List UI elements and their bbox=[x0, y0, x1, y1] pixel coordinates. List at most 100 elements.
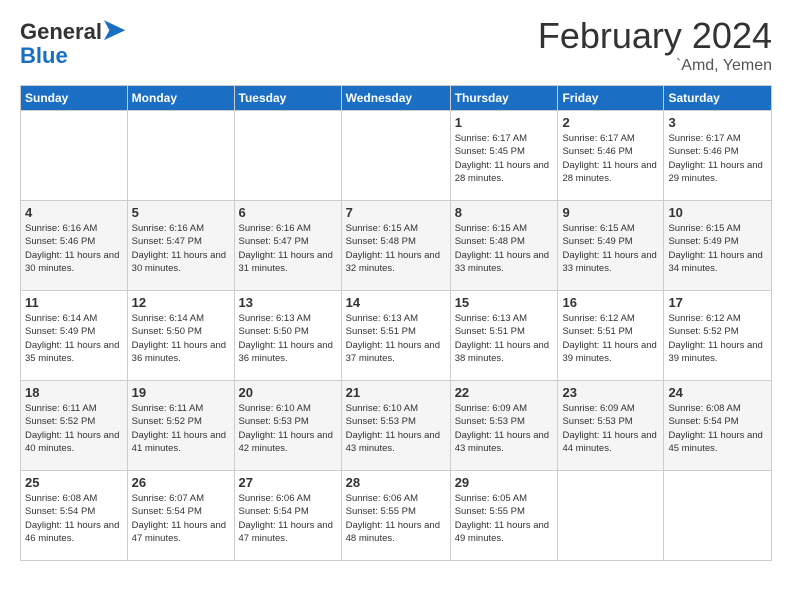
weekday-header: Tuesday bbox=[234, 86, 341, 111]
calendar-cell: 20Sunrise: 6:10 AM Sunset: 5:53 PM Dayli… bbox=[234, 381, 341, 471]
day-number: 25 bbox=[25, 475, 123, 490]
title-block: February 2024 `Amd, Yemen bbox=[538, 15, 772, 75]
calendar-cell: 7 Sunrise: 6:15 AM Sunset: 5:48 PM Daylig… bbox=[341, 201, 450, 291]
day-number: 15 bbox=[455, 295, 554, 310]
day-number: 10 bbox=[668, 205, 767, 220]
day-info: Sunrise: 6:17 AM Sunset: 5:46 PM Dayligh… bbox=[668, 132, 767, 185]
day-number: 19 bbox=[132, 385, 230, 400]
day-info: Sunrise: 6:08 AM Sunset: 5:54 PM Dayligh… bbox=[668, 402, 767, 455]
header: General➤ Blue February 2024 `Amd, Yemen bbox=[20, 15, 772, 75]
calendar-week-row: 18 Sunrise: 6:11 AM Sunset: 5:52 PM Dayli… bbox=[21, 381, 772, 471]
logo-block: General➤ Blue bbox=[20, 15, 125, 68]
calendar-cell: 6 Sunrise: 6:16 AM Sunset: 5:47 PM Daylig… bbox=[234, 201, 341, 291]
day-info: Sunrise: 6:13 AM Sunset: 5:51 PM Dayligh… bbox=[346, 312, 446, 365]
calendar-cell: 3Sunrise: 6:17 AM Sunset: 5:46 PM Daylig… bbox=[664, 111, 772, 201]
day-number: 2 bbox=[562, 115, 659, 130]
day-info: Sunrise: 6:13 AM Sunset: 5:50 PM Dayligh… bbox=[239, 312, 337, 365]
day-number: 12 bbox=[132, 295, 230, 310]
day-info: Sunrise: 6:05 AM Sunset: 5:55 PM Dayligh… bbox=[455, 492, 554, 545]
day-number: 18 bbox=[25, 385, 123, 400]
day-number: 4 bbox=[25, 205, 123, 220]
day-info: Sunrise: 6:17 AM Sunset: 5:45 PM Dayligh… bbox=[455, 132, 554, 185]
day-number: 22 bbox=[455, 385, 554, 400]
day-number: 1 bbox=[455, 115, 554, 130]
day-number: 14 bbox=[346, 295, 446, 310]
calendar-cell: 21Sunrise: 6:10 AM Sunset: 5:53 PM Dayli… bbox=[341, 381, 450, 471]
calendar-cell bbox=[234, 111, 341, 201]
day-number: 8 bbox=[455, 205, 554, 220]
calendar-cell: 28 Sunrise: 6:06 AM Sunset: 5:55 PM Dayli… bbox=[341, 471, 450, 561]
calendar-cell: 17 Sunrise: 6:12 AM Sunset: 5:52 PM Dayli… bbox=[664, 291, 772, 381]
day-info: Sunrise: 6:16 AM Sunset: 5:47 PM Dayligh… bbox=[239, 222, 337, 275]
calendar-cell bbox=[558, 471, 664, 561]
day-info: Sunrise: 6:08 AM Sunset: 5:54 PM Dayligh… bbox=[25, 492, 123, 545]
day-info: Sunrise: 6:11 AM Sunset: 5:52 PM Dayligh… bbox=[132, 402, 230, 455]
day-number: 23 bbox=[562, 385, 659, 400]
day-info: Sunrise: 6:14 AM Sunset: 5:49 PM Dayligh… bbox=[25, 312, 123, 365]
day-info: Sunrise: 6:15 AM Sunset: 5:49 PM Dayligh… bbox=[562, 222, 659, 275]
day-info: Sunrise: 6:14 AM Sunset: 5:50 PM Dayligh… bbox=[132, 312, 230, 365]
calendar-cell bbox=[21, 111, 128, 201]
weekday-header: Sunday bbox=[21, 86, 128, 111]
logo: General➤ Blue bbox=[20, 15, 125, 68]
calendar-cell: 23Sunrise: 6:09 AM Sunset: 5:53 PM Dayli… bbox=[558, 381, 664, 471]
day-number: 11 bbox=[25, 295, 123, 310]
day-number: 9 bbox=[562, 205, 659, 220]
calendar-cell: 18 Sunrise: 6:11 AM Sunset: 5:52 PM Dayli… bbox=[21, 381, 128, 471]
day-number: 24 bbox=[668, 385, 767, 400]
day-info: Sunrise: 6:12 AM Sunset: 5:51 PM Dayligh… bbox=[562, 312, 659, 365]
logo-blue: Blue bbox=[20, 44, 125, 68]
logo-general: General bbox=[20, 19, 102, 44]
calendar-cell: 29 Sunrise: 6:05 AM Sunset: 5:55 PM Dayli… bbox=[450, 471, 558, 561]
calendar-cell: 25 Sunrise: 6:08 AM Sunset: 5:54 PM Dayli… bbox=[21, 471, 128, 561]
calendar-cell: 1 Sunrise: 6:17 AM Sunset: 5:45 PM Daylig… bbox=[450, 111, 558, 201]
weekday-header: Friday bbox=[558, 86, 664, 111]
calendar-cell: 4 Sunrise: 6:16 AM Sunset: 5:46 PM Daylig… bbox=[21, 201, 128, 291]
day-info: Sunrise: 6:10 AM Sunset: 5:53 PM Dayligh… bbox=[346, 402, 446, 455]
day-info: Sunrise: 6:06 AM Sunset: 5:55 PM Dayligh… bbox=[346, 492, 446, 545]
day-info: Sunrise: 6:16 AM Sunset: 5:46 PM Dayligh… bbox=[25, 222, 123, 275]
day-number: 17 bbox=[668, 295, 767, 310]
day-number: 7 bbox=[346, 205, 446, 220]
weekday-header: Wednesday bbox=[341, 86, 450, 111]
calendar-cell bbox=[664, 471, 772, 561]
calendar-cell: 22 Sunrise: 6:09 AM Sunset: 5:53 PM Dayli… bbox=[450, 381, 558, 471]
day-info: Sunrise: 6:11 AM Sunset: 5:52 PM Dayligh… bbox=[25, 402, 123, 455]
day-number: 28 bbox=[346, 475, 446, 490]
calendar-cell: 2 Sunrise: 6:17 AM Sunset: 5:46 PM Daylig… bbox=[558, 111, 664, 201]
day-number: 5 bbox=[132, 205, 230, 220]
day-info: Sunrise: 6:15 AM Sunset: 5:49 PM Dayligh… bbox=[668, 222, 767, 275]
calendar-cell: 5Sunrise: 6:16 AM Sunset: 5:47 PM Daylig… bbox=[127, 201, 234, 291]
calendar-cell: 16 Sunrise: 6:12 AM Sunset: 5:51 PM Dayli… bbox=[558, 291, 664, 381]
calendar-cell: 12 Sunrise: 6:14 AM Sunset: 5:50 PM Dayli… bbox=[127, 291, 234, 381]
day-info: Sunrise: 6:13 AM Sunset: 5:51 PM Dayligh… bbox=[455, 312, 554, 365]
day-info: Sunrise: 6:10 AM Sunset: 5:53 PM Dayligh… bbox=[239, 402, 337, 455]
weekday-header-row: SundayMondayTuesdayWednesdayThursdayFrid… bbox=[21, 86, 772, 111]
day-info: Sunrise: 6:15 AM Sunset: 5:48 PM Dayligh… bbox=[346, 222, 446, 275]
calendar-cell: 15 Sunrise: 6:13 AM Sunset: 5:51 PM Dayli… bbox=[450, 291, 558, 381]
day-info: Sunrise: 6:15 AM Sunset: 5:48 PM Dayligh… bbox=[455, 222, 554, 275]
calendar-cell: 24 Sunrise: 6:08 AM Sunset: 5:54 PM Dayli… bbox=[664, 381, 772, 471]
calendar-cell: 26Sunrise: 6:07 AM Sunset: 5:54 PM Dayli… bbox=[127, 471, 234, 561]
calendar-week-row: 1 Sunrise: 6:17 AM Sunset: 5:45 PM Daylig… bbox=[21, 111, 772, 201]
calendar-week-row: 4 Sunrise: 6:16 AM Sunset: 5:46 PM Daylig… bbox=[21, 201, 772, 291]
day-info: Sunrise: 6:12 AM Sunset: 5:52 PM Dayligh… bbox=[668, 312, 767, 365]
day-info: Sunrise: 6:09 AM Sunset: 5:53 PM Dayligh… bbox=[455, 402, 554, 455]
calendar-table: SundayMondayTuesdayWednesdayThursdayFrid… bbox=[20, 85, 772, 561]
weekday-header: Monday bbox=[127, 86, 234, 111]
calendar-cell: 27Sunrise: 6:06 AM Sunset: 5:54 PM Dayli… bbox=[234, 471, 341, 561]
calendar-week-row: 11 Sunrise: 6:14 AM Sunset: 5:49 PM Dayli… bbox=[21, 291, 772, 381]
page: General➤ Blue February 2024 `Amd, Yemen … bbox=[0, 0, 792, 576]
day-number: 29 bbox=[455, 475, 554, 490]
weekday-header: Saturday bbox=[664, 86, 772, 111]
weekday-header: Thursday bbox=[450, 86, 558, 111]
calendar-cell bbox=[127, 111, 234, 201]
day-number: 6 bbox=[239, 205, 337, 220]
day-info: Sunrise: 6:06 AM Sunset: 5:54 PM Dayligh… bbox=[239, 492, 337, 545]
day-number: 13 bbox=[239, 295, 337, 310]
day-number: 16 bbox=[562, 295, 659, 310]
day-info: Sunrise: 6:17 AM Sunset: 5:46 PM Dayligh… bbox=[562, 132, 659, 185]
day-number: 26 bbox=[132, 475, 230, 490]
logo-bird-icon: ➤ bbox=[102, 14, 125, 45]
calendar-cell: 10 Sunrise: 6:15 AM Sunset: 5:49 PM Dayli… bbox=[664, 201, 772, 291]
